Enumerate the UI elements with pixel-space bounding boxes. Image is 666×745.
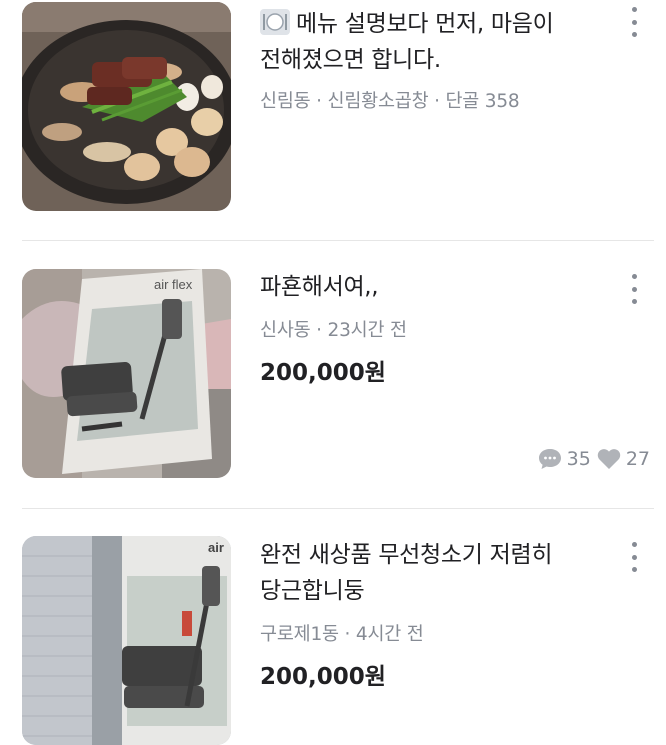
item-meta: 구로제1동 · 4시간 전 <box>260 624 424 645</box>
item-meta: 신사동 · 23시간 전 <box>260 320 407 341</box>
more-dot-icon <box>631 19 637 25</box>
item-stats: 35 27 <box>538 448 650 470</box>
list-item[interactable]: 메뉴 설명보다 먼저, 마음이 전해졌으면 합니다. 신림동 · 신림황소곱창 … <box>0 0 666 240</box>
more-options-button[interactable] <box>624 542 644 572</box>
more-dot-icon <box>631 286 637 292</box>
more-dot-icon <box>631 542 637 547</box>
item-price: 200,000원 <box>260 360 386 386</box>
like-count-group: 27 <box>597 448 650 470</box>
item-title[interactable]: 완전 새상품 무선청소기 저렴히 당근합니둥 <box>260 537 580 609</box>
box-brand-label: air flex <box>154 277 193 292</box>
chat-count-group: 35 <box>538 448 591 470</box>
item-thumbnail[interactable]: air flex <box>22 269 231 478</box>
item-thumbnail[interactable] <box>22 2 231 211</box>
item-thumbnail[interactable]: air <box>22 536 231 745</box>
more-dot-icon <box>631 567 637 572</box>
more-dot-icon <box>631 274 637 279</box>
item-title[interactable]: 파횬해서여,, <box>260 269 580 305</box>
more-options-button[interactable] <box>624 7 644 37</box>
more-dot-icon <box>631 32 637 37</box>
like-count: 27 <box>625 448 650 470</box>
vacuum-box-photo: air <box>22 536 231 745</box>
more-dot-icon <box>631 554 637 560</box>
list-item[interactable]: air flex 파횬해서여,, 신사동 · 23시간 전 200,000원 3… <box>0 240 666 510</box>
box-brand-label: air <box>208 540 224 555</box>
more-options-button[interactable] <box>624 274 644 304</box>
item-title[interactable]: 메뉴 설명보다 먼저, 마음이 전해졌으면 합니다. <box>260 6 580 78</box>
chat-bubble-icon <box>538 448 562 470</box>
item-title-text: 메뉴 설명보다 먼저, 마음이 전해졌으면 합니다. <box>260 11 554 73</box>
plate-icon <box>260 9 290 35</box>
item-price: 200,000원 <box>260 664 386 690</box>
chat-count: 35 <box>566 448 591 470</box>
grilled-tripe-photo <box>22 2 231 211</box>
list-item[interactable]: air 완전 새상품 무선청소기 저렴히 당근합니둥 구로제1동 · 4시간 전… <box>0 508 666 745</box>
heart-icon <box>597 448 621 470</box>
item-meta: 신림동 · 신림황소곱창 · 단골 358 <box>260 91 520 112</box>
vacuum-box-photo: air flex <box>22 269 231 478</box>
more-dot-icon <box>631 7 637 12</box>
more-dot-icon <box>631 299 637 304</box>
